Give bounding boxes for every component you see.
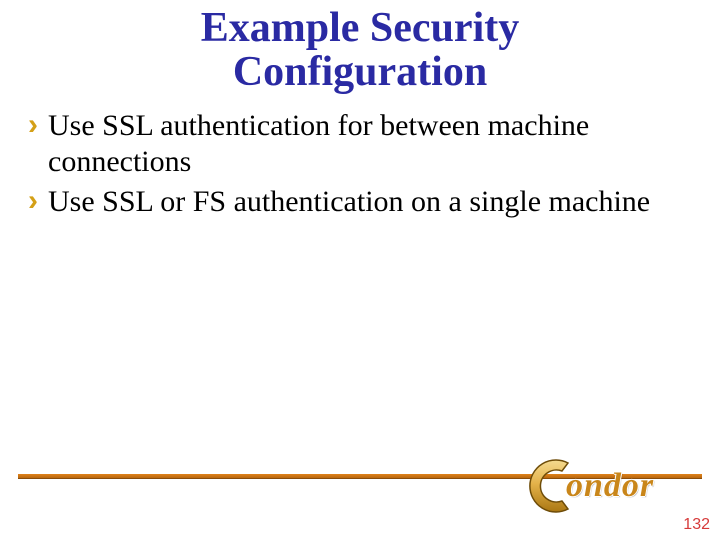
bullet-text: Use SSL or FS authentication on a single… bbox=[48, 184, 650, 220]
title-line-2: Configuration bbox=[0, 50, 720, 94]
page-number: 132 bbox=[683, 516, 710, 534]
bullet-item: › Use SSL or FS authentication on a sing… bbox=[28, 184, 692, 220]
chevron-right-icon: › bbox=[28, 110, 38, 140]
slide-body: › Use SSL authentication for between mac… bbox=[0, 94, 720, 220]
chevron-right-icon: › bbox=[28, 186, 38, 216]
condor-logo: ondor bbox=[516, 451, 696, 521]
slide-title: Example Security Configuration bbox=[0, 0, 720, 94]
bullet-item: › Use SSL authentication for between mac… bbox=[28, 108, 692, 180]
title-line-1: Example Security bbox=[0, 6, 720, 50]
bullet-text: Use SSL authentication for between machi… bbox=[48, 108, 692, 180]
logo-text: ondor bbox=[566, 467, 654, 505]
slide-footer: ondor bbox=[0, 448, 720, 508]
